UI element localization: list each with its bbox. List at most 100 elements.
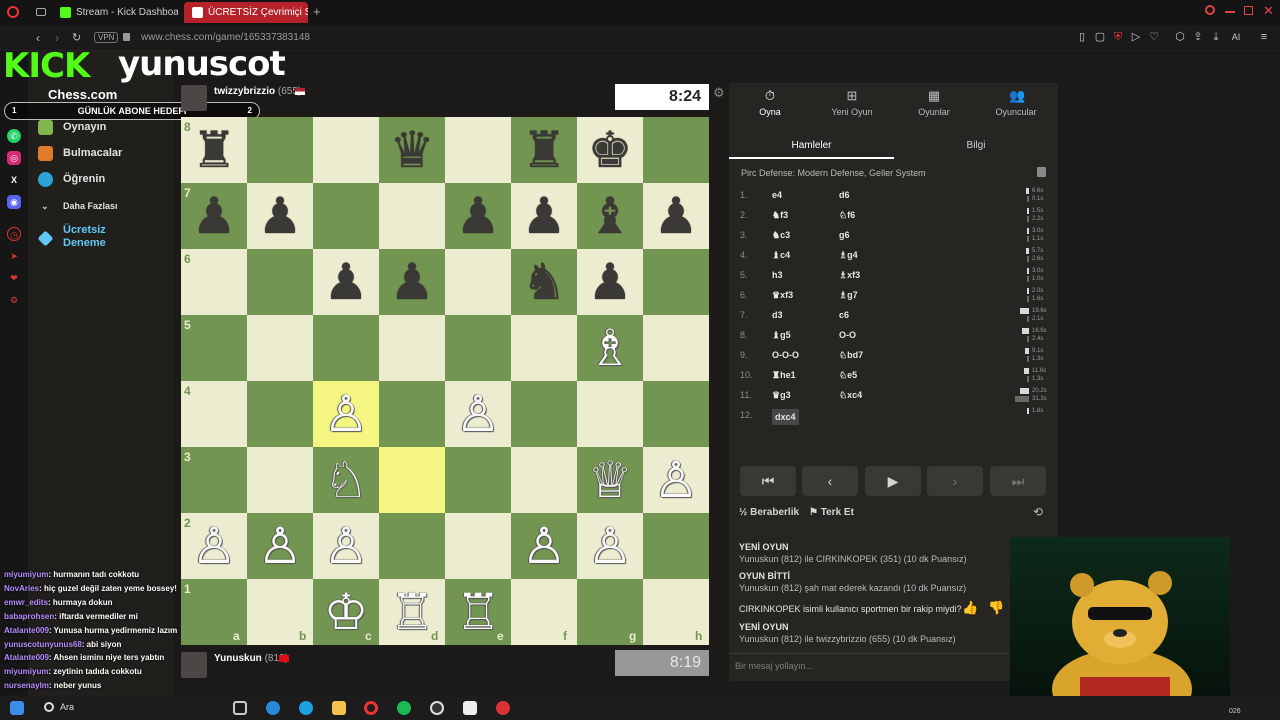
- task-view-icon[interactable]: [233, 701, 247, 715]
- forward-icon[interactable]: ›: [55, 30, 59, 46]
- tab-kick-dashboard[interactable]: Stream - Kick Dashboard: [52, 2, 178, 23]
- piece-f7[interactable]: ♟: [511, 183, 577, 249]
- player-icon[interactable]: ▷: [1130, 31, 1142, 43]
- draw-button[interactable]: ½ Beraberlik: [739, 507, 799, 518]
- next-move-button[interactable]: ›: [927, 466, 983, 496]
- x-twitter-icon[interactable]: X: [7, 173, 21, 187]
- square-h8[interactable]: [643, 117, 709, 183]
- piece-g7[interactable]: ♝: [577, 183, 643, 249]
- search-tabs-icon[interactable]: [1205, 5, 1215, 15]
- piece-b2[interactable]: ♙: [247, 513, 313, 579]
- bookmark-icon[interactable]: ▯: [1076, 31, 1088, 43]
- piece-e7[interactable]: ♟: [445, 183, 511, 249]
- tab-overview-icon[interactable]: [36, 8, 46, 16]
- flip-board-icon[interactable]: ⟲: [1033, 505, 1043, 519]
- square-d4[interactable]: [379, 381, 445, 447]
- square-b3[interactable]: [247, 447, 313, 513]
- white-move[interactable]: ♛g3: [772, 385, 791, 405]
- square-d5[interactable]: [379, 315, 445, 381]
- white-move[interactable]: ♝c4: [772, 245, 790, 265]
- resign-button[interactable]: ⚑ Terk Et: [809, 507, 854, 518]
- pinboard-icon[interactable]: ❤: [7, 271, 21, 285]
- piece-c2[interactable]: ♙: [313, 513, 379, 579]
- black-move[interactable]: ♘xc4: [839, 385, 862, 405]
- back-icon[interactable]: ‹: [36, 30, 40, 46]
- black-move[interactable]: ♘bd7: [839, 345, 863, 365]
- chess-board[interactable]: ♜ ♛ ♜ ♚ ♟ ♟ ♟ ♟ ♝ ♟ ♟ ♟ ♞ ♟ ♗ ♙ ♙ ♘ ♕ ♙ ♙ ♙ ♙ ♙ ♙ ♔ ♖ ♖ 8 7 6 5 4 3 2 1 a b c d…: [181, 117, 709, 645]
- avatar[interactable]: [181, 85, 207, 111]
- square-b6[interactable]: [247, 249, 313, 315]
- square-f1[interactable]: [511, 579, 577, 645]
- discord-icon[interactable]: ◉: [7, 195, 21, 209]
- square-d2[interactable]: [379, 513, 445, 579]
- vpn-badge[interactable]: VPN: [94, 32, 119, 43]
- bottom-player-name[interactable]: Yunuskun (812): [214, 653, 288, 664]
- previous-move-button[interactable]: ‹: [802, 466, 858, 496]
- heart-icon[interactable]: ♡: [1148, 31, 1160, 43]
- square-e8[interactable]: [445, 117, 511, 183]
- piece-c4[interactable]: ♙: [313, 381, 379, 447]
- thumbs-down-icon[interactable]: 👎: [988, 600, 1004, 616]
- piece-h7[interactable]: ♟: [643, 183, 709, 249]
- piece-g8[interactable]: ♚: [577, 117, 643, 183]
- tab-players[interactable]: 👥 Oyuncular: [975, 89, 1057, 118]
- black-move[interactable]: ♘f6: [839, 205, 855, 225]
- black-move[interactable]: g6: [839, 225, 850, 245]
- square-f3[interactable]: [511, 447, 577, 513]
- piece-h3[interactable]: ♙: [643, 447, 709, 513]
- piece-c3[interactable]: ♘: [313, 447, 379, 513]
- square-h6[interactable]: [643, 249, 709, 315]
- piece-g3[interactable]: ♕: [577, 447, 643, 513]
- capcut-icon[interactable]: [463, 701, 477, 715]
- obs-icon[interactable]: [430, 701, 444, 715]
- settings-gear-icon[interactable]: ⚙: [713, 85, 725, 101]
- square-h2[interactable]: [643, 513, 709, 579]
- white-move[interactable]: ♛xf3: [772, 285, 793, 305]
- tab-new-game[interactable]: ⊞ Yeni Oyun: [811, 89, 893, 118]
- tab-games[interactable]: ▦ Oyunlar: [893, 89, 975, 118]
- search-icon[interactable]: [44, 702, 54, 712]
- square-b8[interactable]: [247, 117, 313, 183]
- square-b5[interactable]: [247, 315, 313, 381]
- piece-b7[interactable]: ♟: [247, 183, 313, 249]
- snapshot-icon[interactable]: ▢: [1094, 31, 1106, 43]
- whatsapp-icon[interactable]: ✆: [7, 129, 21, 143]
- copilot-icon[interactable]: [266, 701, 280, 715]
- ai-icon[interactable]: AI: [1228, 31, 1244, 43]
- download-icon[interactable]: ⤓: [1210, 31, 1222, 43]
- square-h4[interactable]: [643, 381, 709, 447]
- nav-puzzles[interactable]: Bulmacalar: [38, 143, 122, 163]
- thumbs-up-icon[interactable]: 👍: [962, 600, 978, 616]
- nav-free-trial[interactable]: Ücretsiz Deneme: [37, 224, 138, 252]
- white-move[interactable]: d3: [772, 305, 783, 325]
- top-player-name[interactable]: twizzybrizzio (655): [214, 86, 301, 97]
- nav-learn[interactable]: Öğrenin: [38, 169, 105, 189]
- white-move[interactable]: e4: [772, 185, 782, 205]
- opera-icon[interactable]: [364, 701, 378, 715]
- opening-name[interactable]: Pirc Defense: Modern Defense, Geller Sys…: [741, 168, 926, 178]
- white-move[interactable]: ♞f3: [772, 205, 788, 225]
- nav-more[interactable]: ⌄ Daha Fazlası: [38, 196, 118, 216]
- windows-start-icon[interactable]: [10, 701, 24, 715]
- black-move[interactable]: O-O: [839, 325, 856, 345]
- last-move-button[interactable]: ⏭: [990, 466, 1046, 496]
- chess-logo[interactable]: Chess.com: [48, 87, 117, 102]
- white-move[interactable]: ♜he1: [772, 365, 796, 385]
- piece-c6[interactable]: ♟: [313, 249, 379, 315]
- square-c8[interactable]: [313, 117, 379, 183]
- square-h5[interactable]: [643, 315, 709, 381]
- square-b4[interactable]: [247, 381, 313, 447]
- flow-icon[interactable]: ➤: [7, 249, 21, 263]
- square-e6[interactable]: [445, 249, 511, 315]
- square-e5[interactable]: [445, 315, 511, 381]
- menu-icon[interactable]: ≡: [1258, 31, 1270, 43]
- white-move[interactable]: ♝g5: [772, 325, 791, 345]
- square-g4[interactable]: [577, 381, 643, 447]
- white-move[interactable]: dxc4: [772, 409, 799, 425]
- piece-g5[interactable]: ♗: [577, 315, 643, 381]
- spotify-icon[interactable]: [397, 701, 411, 715]
- edge-icon[interactable]: [299, 701, 313, 715]
- black-move[interactable]: ♗g4: [839, 245, 858, 265]
- piece-f8[interactable]: ♜: [511, 117, 577, 183]
- white-move[interactable]: ♞c3: [772, 225, 790, 245]
